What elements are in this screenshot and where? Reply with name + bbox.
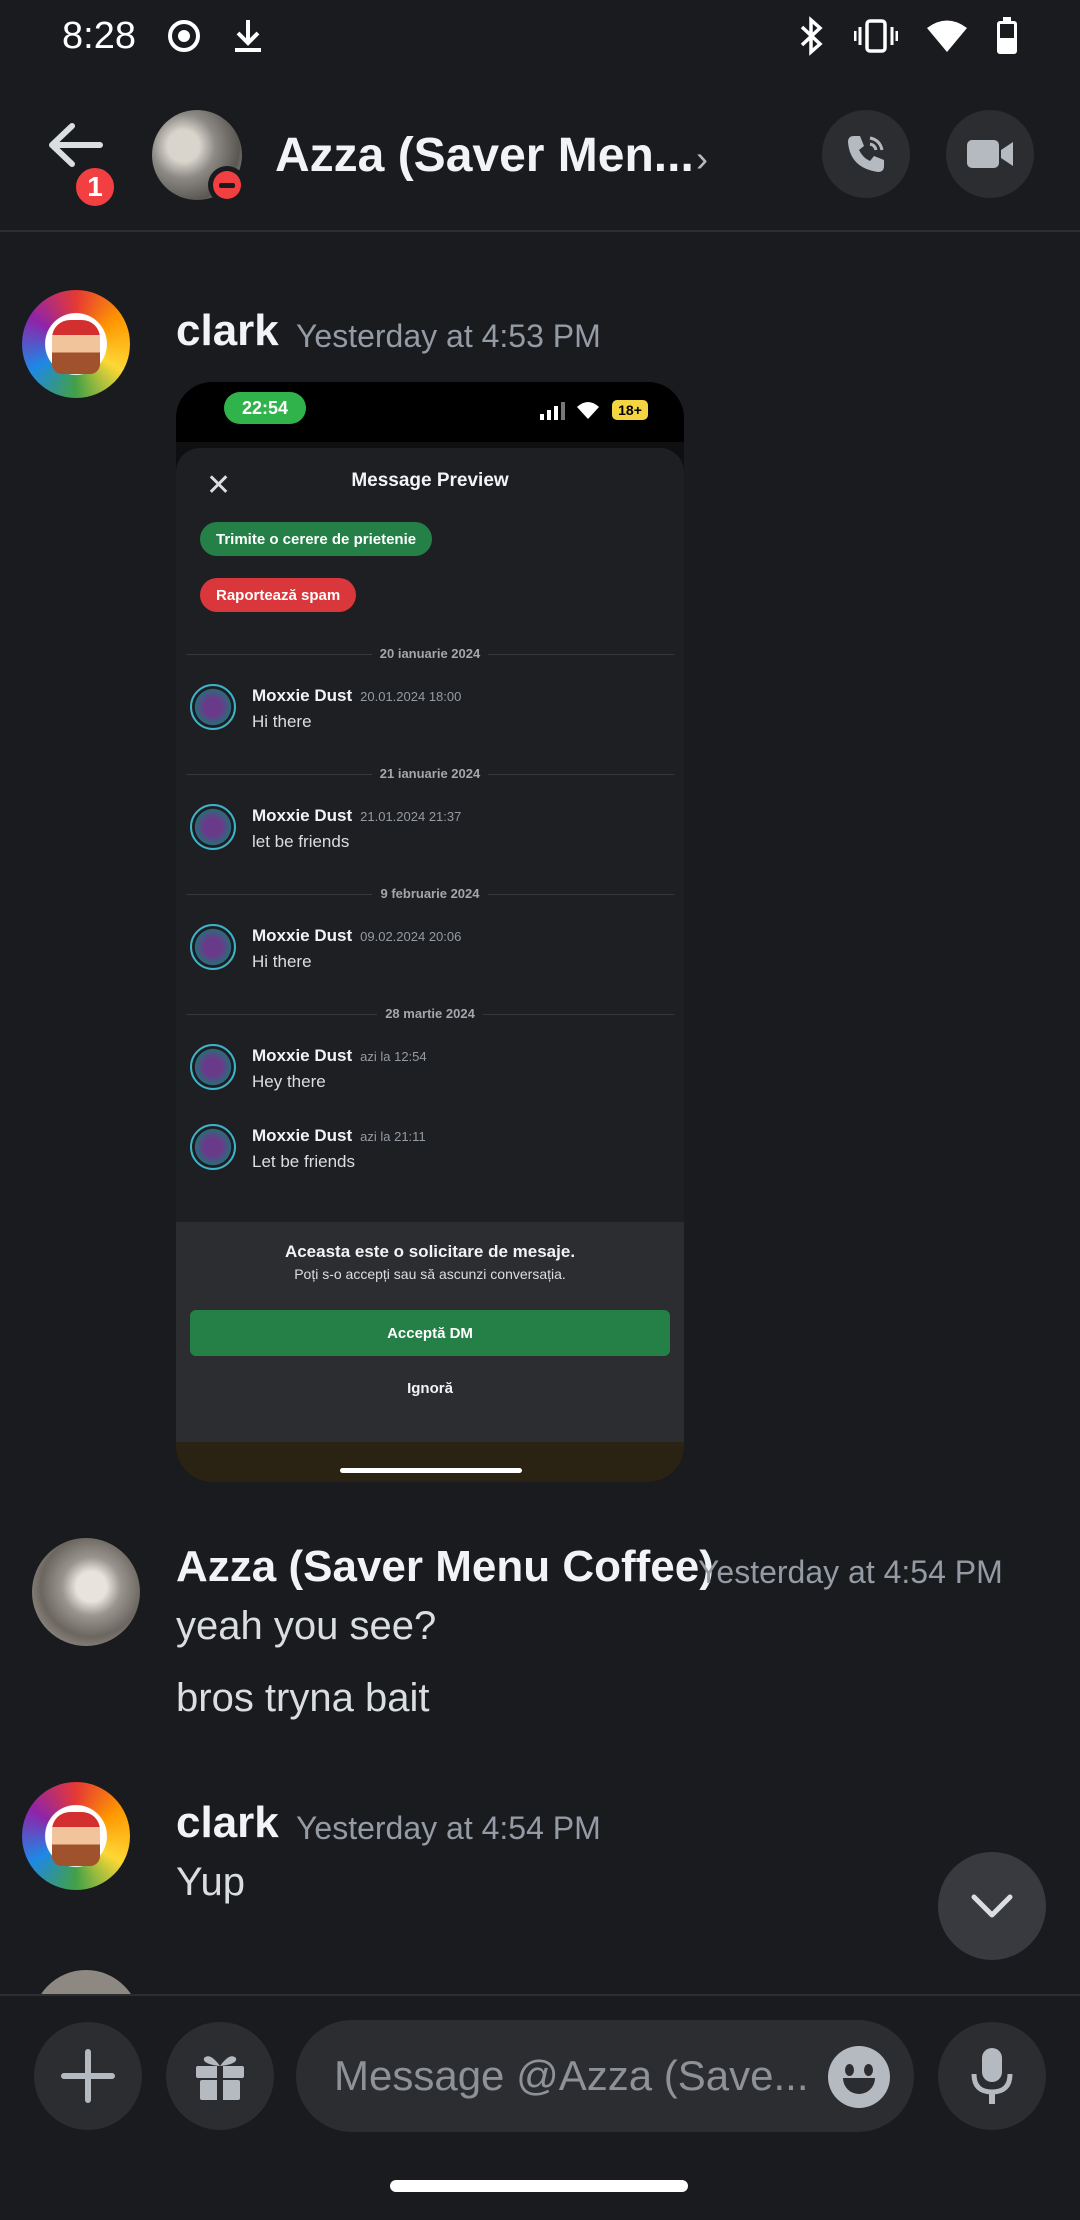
embed-battery: 18+ xyxy=(612,400,648,420)
gift-button[interactable] xyxy=(166,2022,274,2130)
embed-avatar xyxy=(190,804,236,850)
embed-author: Moxxie Dust 20.01.2024 18:00 xyxy=(252,686,462,705)
embed-author: Moxxie Dust azi la 21:11 xyxy=(252,1126,426,1145)
embed-bottom-bar xyxy=(176,1442,684,1482)
message-text[interactable]: bros tryna bait xyxy=(176,1676,429,1721)
battery-icon xyxy=(997,17,1017,54)
download-icon xyxy=(234,20,261,52)
accept-dm-label: Acceptă DM xyxy=(190,1310,670,1356)
embed-text: Hi there xyxy=(252,712,312,731)
message-author[interactable]: Azza (Saver Menu Coffee) xyxy=(176,1542,714,1592)
status-bar: 8:28 xyxy=(0,0,1080,72)
add-friend-pill: Trimite o cerere de prietenie xyxy=(200,522,433,556)
embed-time: 22:54 xyxy=(224,392,306,424)
jump-to-latest-button[interactable] xyxy=(938,1852,1046,1960)
report-spam-pill: Raportează spam xyxy=(200,578,357,612)
channel-header: 1 Azza (Saver Men... › xyxy=(0,72,1080,232)
video-call-button[interactable] xyxy=(946,110,1034,198)
embed-status-bar: 22:54 18+ xyxy=(176,382,684,442)
wifi-icon xyxy=(927,20,967,52)
voice-call-button[interactable] xyxy=(822,110,910,198)
microphone-icon xyxy=(971,2048,1013,2104)
embed-text: Let be friends xyxy=(252,1152,356,1171)
date-separator: 21 ianuarie 2024 xyxy=(176,766,684,781)
embed-text: let be friends xyxy=(252,832,350,851)
video-camera-icon xyxy=(967,140,1013,168)
message-text[interactable]: Yup xyxy=(176,1860,245,1905)
screen-record-icon xyxy=(167,20,200,52)
header-title[interactable]: Azza (Saver Men... xyxy=(275,128,694,183)
date-separator: 9 februarie 2024 xyxy=(176,886,684,901)
request-subtitle: Poți s-o accepți sau să ascunzi conversa… xyxy=(294,1266,566,1282)
add-attachment-button[interactable] xyxy=(34,2022,142,2130)
mario-avatar-art xyxy=(52,1812,100,1866)
arrow-left-icon xyxy=(49,123,103,167)
embed-avatar xyxy=(190,924,236,970)
embed-avatar xyxy=(190,1124,236,1170)
embed-title: Message Preview xyxy=(351,470,509,491)
message-input-placeholder: Message @Azza (Save... xyxy=(334,2052,809,2099)
chevron-right-icon[interactable]: › xyxy=(696,138,708,180)
embed-home-indicator xyxy=(340,1468,522,1473)
image-attachment[interactable]: 22:54 18+ ✕ Message Preview Trimite o ce… xyxy=(176,382,684,1482)
unread-badge: 1 xyxy=(72,164,118,210)
embed-avatar xyxy=(190,684,236,730)
message-timestamp: Yesterday at 4:53 PM xyxy=(296,318,601,354)
gift-icon xyxy=(196,2056,244,2100)
plus-icon xyxy=(61,2049,115,2103)
voice-message-button[interactable] xyxy=(938,2022,1046,2130)
embed-text: Hi there xyxy=(252,952,312,971)
message-input[interactable]: Message @Azza (Save... xyxy=(296,2020,914,2132)
home-indicator xyxy=(390,2180,688,2192)
embed-signal-icon xyxy=(540,402,565,420)
embed-author: Moxxie Dust 21.01.2024 21:37 xyxy=(252,806,462,825)
avatar xyxy=(32,1970,140,1994)
embed-author: Moxxie Dust azi la 12:54 xyxy=(252,1046,427,1065)
bluetooth-icon xyxy=(800,16,823,56)
chevron-down-icon xyxy=(971,1894,1013,1918)
embed-avatar xyxy=(190,1044,236,1090)
embed-text: Hey there xyxy=(252,1072,326,1091)
avatar[interactable] xyxy=(32,1538,140,1646)
dnd-status-icon xyxy=(208,166,246,204)
message-timestamp: Yesterday at 4:54 PM xyxy=(296,1810,601,1846)
ignore-label: Ignoră xyxy=(407,1380,453,1397)
avatar[interactable] xyxy=(22,1782,130,1890)
date-separator: 28 martie 2024 xyxy=(176,1006,684,1021)
date-separator: 20 ianuarie 2024 xyxy=(176,646,684,661)
request-title: Aceasta este o solicitare de mesaje. xyxy=(284,1242,576,1261)
mario-avatar-art xyxy=(52,320,100,374)
message-author[interactable]: clark xyxy=(176,1798,279,1848)
emoji-icon[interactable] xyxy=(828,2046,890,2108)
phone-icon xyxy=(848,136,884,172)
partial-message xyxy=(0,1960,1080,1994)
avatar[interactable] xyxy=(22,290,130,398)
message-author[interactable]: clark xyxy=(176,306,279,356)
message-text[interactable]: yeah you see? xyxy=(176,1604,436,1649)
embed-wifi-icon xyxy=(577,402,599,419)
message-request-panel: Aceasta este o solicitare de mesaje. Poț… xyxy=(176,1222,684,1442)
embed-author: Moxxie Dust 09.02.2024 20:06 xyxy=(252,926,462,945)
message-timestamp: Yesterday at 4:54 PM xyxy=(698,1554,1003,1590)
vibrate-icon xyxy=(854,19,898,53)
status-time: 8:28 xyxy=(62,14,136,57)
